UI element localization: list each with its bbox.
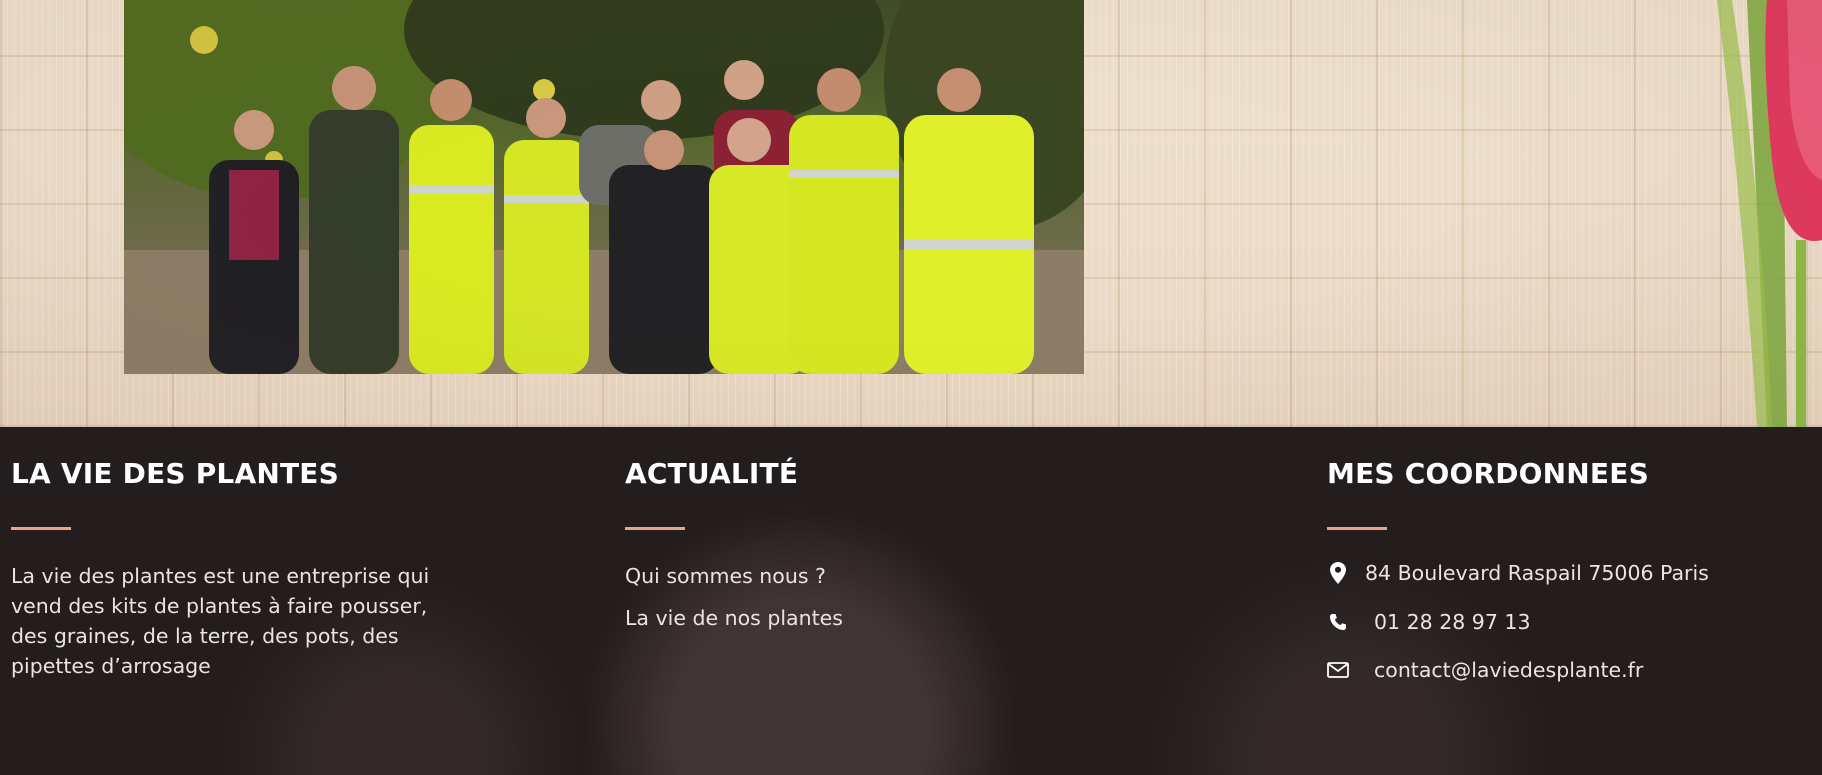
tulip-decoration bbox=[1712, 0, 1822, 427]
heading-underline bbox=[11, 527, 71, 530]
hero-section bbox=[0, 0, 1822, 427]
team-photo bbox=[124, 0, 1084, 374]
news-links: Qui sommes nous ? La vie de nos plantes bbox=[625, 561, 843, 645]
contact-address: 84 Boulevard Raspail 75006 Paris bbox=[1327, 561, 1709, 585]
about-heading: LA VIE DES PLANTES bbox=[11, 457, 339, 490]
site-footer: LA VIE DES PLANTES La vie des plantes es… bbox=[0, 427, 1822, 775]
email-link[interactable]: contact@laviedesplante.fr bbox=[1374, 658, 1643, 682]
map-pin-icon bbox=[1327, 561, 1349, 585]
contact-phone: 01 28 28 97 13 bbox=[1327, 610, 1531, 634]
news-link-about-us[interactable]: Qui sommes nous ? bbox=[625, 561, 843, 591]
contact-email: contact@laviedesplante.fr bbox=[1327, 658, 1643, 682]
contact-heading: MES COORDONNEES bbox=[1327, 457, 1649, 490]
phone-icon bbox=[1327, 610, 1349, 634]
news-link-our-plants[interactable]: La vie de nos plantes bbox=[625, 603, 843, 633]
heading-underline bbox=[625, 527, 685, 530]
heading-underline bbox=[1327, 527, 1387, 530]
about-description: La vie des plantes est une entreprise qu… bbox=[11, 564, 430, 678]
envelope-icon bbox=[1327, 658, 1349, 682]
phone-text[interactable]: 01 28 28 97 13 bbox=[1374, 610, 1531, 634]
address-text: 84 Boulevard Raspail 75006 Paris bbox=[1365, 561, 1709, 585]
news-heading: ACTUALITÉ bbox=[625, 457, 799, 490]
